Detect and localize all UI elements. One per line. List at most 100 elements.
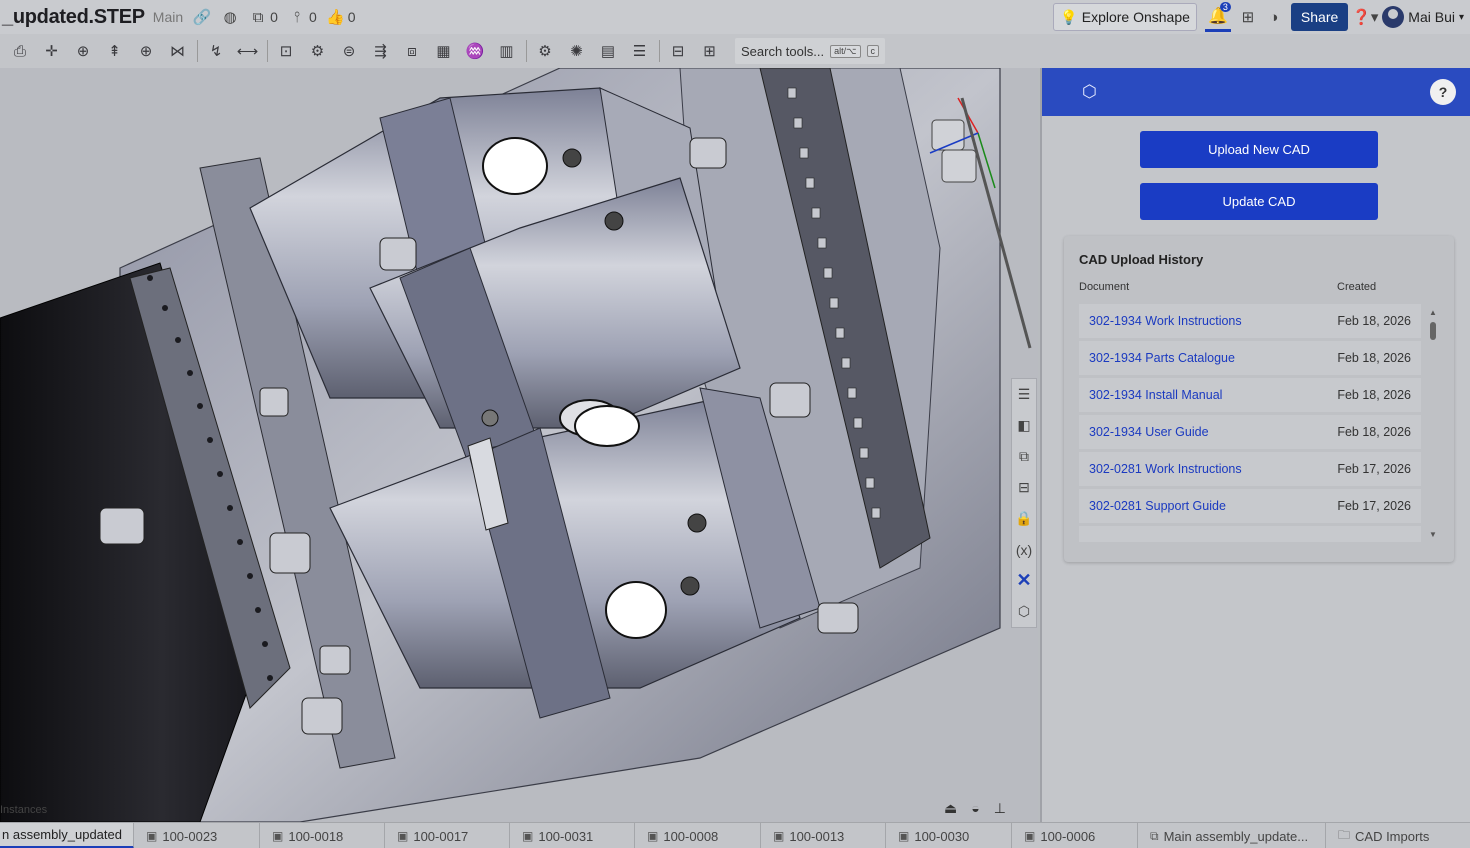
share-button[interactable]: Share xyxy=(1290,3,1349,31)
replicate-icon[interactable]: ⊜ xyxy=(337,39,361,63)
history-list[interactable]: 302-1934 Work Instructions Feb 18, 2026 … xyxy=(1079,304,1421,542)
explode-icon[interactable]: ⇶ xyxy=(369,39,393,63)
list-icon[interactable]: ☰ xyxy=(628,39,652,63)
table-icon[interactable]: ▦ xyxy=(432,39,456,63)
graphics-viewport[interactable]: ☰ ◧ ⧉ ⊟ 🔒 (x) ✕ ⬡ xyxy=(0,68,1038,822)
avatar xyxy=(1382,6,1405,28)
notification-badge: 3 xyxy=(1219,2,1231,12)
bom-panel-icon[interactable]: ⊟ xyxy=(1012,472,1036,503)
history-doc-link[interactable]: 302-1934 Parts Catalogue xyxy=(1089,351,1235,365)
tab-label: 100-0006 xyxy=(1040,828,1096,844)
viewport-side-toolbar: ☰ ◧ ⧉ ⊟ 🔒 (x) ✕ ⬡ xyxy=(1011,378,1037,628)
cad-model-render[interactable] xyxy=(0,68,1038,822)
mate-cylindrical-icon[interactable]: ⋈ xyxy=(166,39,190,63)
like-icon[interactable]: 👍 xyxy=(326,8,345,26)
tab-part-studio[interactable]: ▣ 100-0031 xyxy=(510,823,635,848)
tab-part-studio[interactable]: ▣ 100-0018 xyxy=(260,823,385,848)
mate-revolute-icon[interactable]: ⊕ xyxy=(71,39,95,63)
instances-list-icon[interactable]: ☰ xyxy=(1012,379,1036,410)
lightbulb-icon: 💡 xyxy=(1060,8,1078,25)
render-mode-icon[interactable]: ◒ xyxy=(971,800,979,817)
insert-icon[interactable]: ⎙ xyxy=(8,39,32,63)
history-date: Feb 17, 2026 xyxy=(1337,499,1411,513)
toolbar-divider xyxy=(659,40,660,62)
appearance-icon[interactable]: ◧ xyxy=(1012,410,1036,441)
update-cad-button[interactable]: Update CAD xyxy=(1140,183,1378,220)
scroll-up-icon[interactable]: ▲ xyxy=(1429,308,1437,317)
search-tools-input[interactable]: Search tools... alt/⌥ c xyxy=(735,38,885,64)
versions-count: 0 xyxy=(270,9,278,25)
cad-app-icon[interactable]: ⬡ xyxy=(1012,596,1036,627)
close-app-icon[interactable]: ✕ xyxy=(1012,565,1036,596)
shortcut-key: c xyxy=(866,45,879,57)
history-row[interactable]: ... ... xyxy=(1079,526,1421,542)
history-scrollbar[interactable]: ▲ ▼ xyxy=(1429,308,1437,542)
history-title: CAD Upload History xyxy=(1079,252,1204,267)
history-doc-link[interactable]: 302-0281 Work Instructions xyxy=(1089,462,1242,476)
apps-icon[interactable]: ⊞ xyxy=(1239,8,1257,26)
scroll-down-icon[interactable]: ▼ xyxy=(1429,530,1437,539)
settings-icon[interactable]: ✺ xyxy=(565,39,589,63)
lock-icon[interactable]: 🔒 xyxy=(1012,503,1036,534)
branch-icon[interactable]: ⫯ xyxy=(288,8,306,26)
explore-onshape-button[interactable]: 💡 Explore Onshape xyxy=(1053,3,1197,31)
named-views-icon[interactable]: ⊥ xyxy=(994,800,1006,817)
tab-part-studio[interactable]: ▣ 100-0006 xyxy=(1012,823,1138,848)
history-doc-link[interactable]: 302-0281 Support Guide xyxy=(1089,499,1226,513)
scroll-thumb[interactable] xyxy=(1430,322,1436,340)
relation-icon[interactable]: ↯ xyxy=(204,39,228,63)
history-doc-link[interactable]: 302-1934 Work Instructions xyxy=(1089,314,1242,328)
tab-part-studio[interactable]: ▣ 100-0008 xyxy=(635,823,761,848)
group-icon[interactable]: ⊡ xyxy=(274,39,298,63)
tab-part-studio[interactable]: ▣ 100-0023 xyxy=(134,823,260,848)
grid-icon[interactable]: ▤ xyxy=(596,39,620,63)
help-menu-icon[interactable]: ❓▾ xyxy=(1352,8,1378,26)
history-row[interactable]: 302-1934 User Guide Feb 18, 2026 xyxy=(1079,415,1421,449)
learning-icon[interactable]: ◑ xyxy=(1265,8,1283,26)
section-icon[interactable]: ⧈ xyxy=(400,39,424,63)
history-row[interactable]: 302-0281 Work Instructions Feb 17, 2026 xyxy=(1079,452,1421,486)
history-row[interactable]: 302-1934 Work Instructions Feb 18, 2026 xyxy=(1079,304,1421,338)
tab-part-studio[interactable]: ▣ 100-0013 xyxy=(761,823,886,848)
branch-label[interactable]: Main xyxy=(153,9,183,25)
history-doc-link[interactable]: ... xyxy=(1089,536,1099,542)
tab-cad-imports[interactable]: 🗀 CAD Imports xyxy=(1326,823,1470,848)
part-studio-icon: ▣ xyxy=(773,829,785,843)
notifications-button[interactable]: 🔔 3 xyxy=(1204,2,1231,32)
cad-app-panel: ⬡ ? Upload New CAD Update CAD CAD Upload… xyxy=(1040,68,1470,822)
history-row[interactable]: 302-1934 Install Manual Feb 18, 2026 xyxy=(1079,378,1421,412)
tab-part-studio[interactable]: ▣ 100-0017 xyxy=(385,823,510,848)
help-icon[interactable]: ? xyxy=(1430,79,1456,105)
mate-fastened-icon[interactable]: ✛ xyxy=(40,39,64,63)
column-header-created: Created xyxy=(1337,281,1377,293)
document-title[interactable]: _updated.STEP xyxy=(2,6,145,29)
mate-slider-icon[interactable]: ⇞ xyxy=(103,39,127,63)
top-right-controls: 💡 Explore Onshape 🔔 3 ⊞ ◑ Share ❓▾ Mai B… xyxy=(1053,2,1464,32)
history-row[interactable]: 302-1934 Parts Catalogue Feb 18, 2026 xyxy=(1079,341,1421,375)
section-view-icon[interactable]: ⏏ xyxy=(944,800,957,817)
mate-planar-icon[interactable]: ⊕ xyxy=(134,39,158,63)
variables-icon[interactable]: (x) xyxy=(1012,534,1036,565)
display-icon[interactable]: ▥ xyxy=(495,39,519,63)
upload-new-cad-button[interactable]: Upload New CAD xyxy=(1140,131,1378,168)
configurations-icon[interactable]: ⧉ xyxy=(1012,441,1036,472)
bom-icon[interactable]: ⊞ xyxy=(698,39,722,63)
tab-assembly-2[interactable]: ⧉ Main assembly_update... xyxy=(1138,823,1326,848)
tab-label: n assembly_updated xyxy=(2,827,122,842)
tab-assembly[interactable]: n assembly_updated xyxy=(0,823,134,848)
column-header-document: Document xyxy=(1079,281,1130,293)
history-doc-link[interactable]: 302-1934 Install Manual xyxy=(1089,388,1222,402)
measure-icon[interactable]: ♒ xyxy=(463,39,487,63)
toolbar-divider xyxy=(197,40,198,62)
drawing-icon[interactable]: ⊟ xyxy=(666,39,690,63)
dimension-icon[interactable]: ⟷ xyxy=(236,39,260,63)
history-doc-link[interactable]: 302-1934 User Guide xyxy=(1089,425,1209,439)
globe-icon[interactable]: ◍ xyxy=(221,8,239,26)
pattern-icon[interactable]: ⚙ xyxy=(306,39,330,63)
user-menu[interactable]: Mai Bui ▾ xyxy=(1382,6,1464,28)
history-row[interactable]: 302-0281 Support Guide Feb 17, 2026 xyxy=(1079,489,1421,523)
tab-part-studio[interactable]: ▣ 100-0030 xyxy=(886,823,1012,848)
versions-icon[interactable]: ⧉ xyxy=(249,8,267,26)
link-icon[interactable]: 🔗 xyxy=(193,8,212,26)
gear-icon[interactable]: ⚙ xyxy=(533,39,557,63)
